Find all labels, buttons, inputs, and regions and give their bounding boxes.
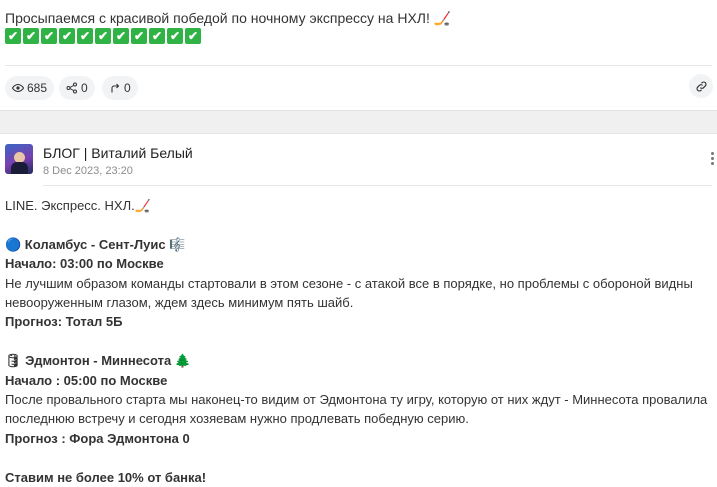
match-title: 🛢 Эдмонтон - Миннесота 🌲 xyxy=(5,353,192,369)
match-prediction: Прогноз: Тотал 5Б xyxy=(5,314,123,330)
post-heading: LINE. Экспресс. НХЛ.🏒 xyxy=(5,198,151,213)
views-count: 685 xyxy=(27,81,48,95)
check-marks-row: ✔ ✔ ✔ ✔ ✔ ✔ ✔ ✔ ✔ ✔ ✔ xyxy=(5,28,201,44)
copy-link-button[interactable] xyxy=(689,74,713,98)
match-prediction: Прогноз : Фора Эдмонтона 0 xyxy=(5,430,190,446)
check-icon: ✔ xyxy=(167,28,183,44)
previous-post: Просыпаемся с красивой победой по ночном… xyxy=(0,0,717,110)
check-icon: ✔ xyxy=(41,28,57,44)
dot-icon xyxy=(710,157,714,160)
share-icon xyxy=(66,82,77,94)
link-icon xyxy=(696,81,706,91)
more-options-button[interactable] xyxy=(709,152,715,165)
check-icon: ✔ xyxy=(77,28,93,44)
check-icon: ✔ xyxy=(185,28,201,44)
dot-icon xyxy=(710,162,714,165)
post-separator xyxy=(0,110,717,134)
avatar[interactable] xyxy=(5,144,33,174)
match-start-time: Начало: 03:00 по Москве xyxy=(5,256,164,272)
repost-button[interactable]: 0 xyxy=(102,76,138,100)
shares-count: 0 xyxy=(81,81,88,95)
match-start-time: Начало : 05:00 по Москве xyxy=(5,372,168,388)
post-body: LINE. Экспресс. НХЛ.🏒 🔵 Коламбус - Сент-… xyxy=(5,196,710,487)
eye-icon xyxy=(12,83,24,93)
dot-icon xyxy=(710,152,714,155)
author-name[interactable]: БЛОГ | Виталий Белый xyxy=(43,145,193,161)
forward-icon xyxy=(111,83,120,93)
check-icon: ✔ xyxy=(149,28,165,44)
share-button[interactable]: 0 xyxy=(59,76,95,100)
bankroll-note: Ставим не более 10% от банка! xyxy=(5,469,207,485)
post-text: Просыпаемся с красивой победой по ночном… xyxy=(5,10,452,26)
check-icon: ✔ xyxy=(131,28,147,44)
reposts-count: 0 xyxy=(124,81,131,95)
check-icon: ✔ xyxy=(113,28,129,44)
post-date: 8 Dec 2023, 23:20 xyxy=(43,165,133,177)
check-icon: ✔ xyxy=(5,28,21,44)
avatar-body xyxy=(11,162,28,174)
divider xyxy=(5,65,712,66)
check-icon: ✔ xyxy=(95,28,111,44)
match-title: 🔵 Коламбус - Сент-Луис 🎼 xyxy=(5,236,186,252)
check-icon: ✔ xyxy=(59,28,75,44)
match-analysis: После провального старта мы наконец-то в… xyxy=(5,392,708,427)
divider xyxy=(43,185,712,186)
views-counter[interactable]: 685 xyxy=(5,76,55,100)
check-icon: ✔ xyxy=(23,28,39,44)
match-analysis: Не лучшим образом команды стартовали в э… xyxy=(5,275,693,311)
